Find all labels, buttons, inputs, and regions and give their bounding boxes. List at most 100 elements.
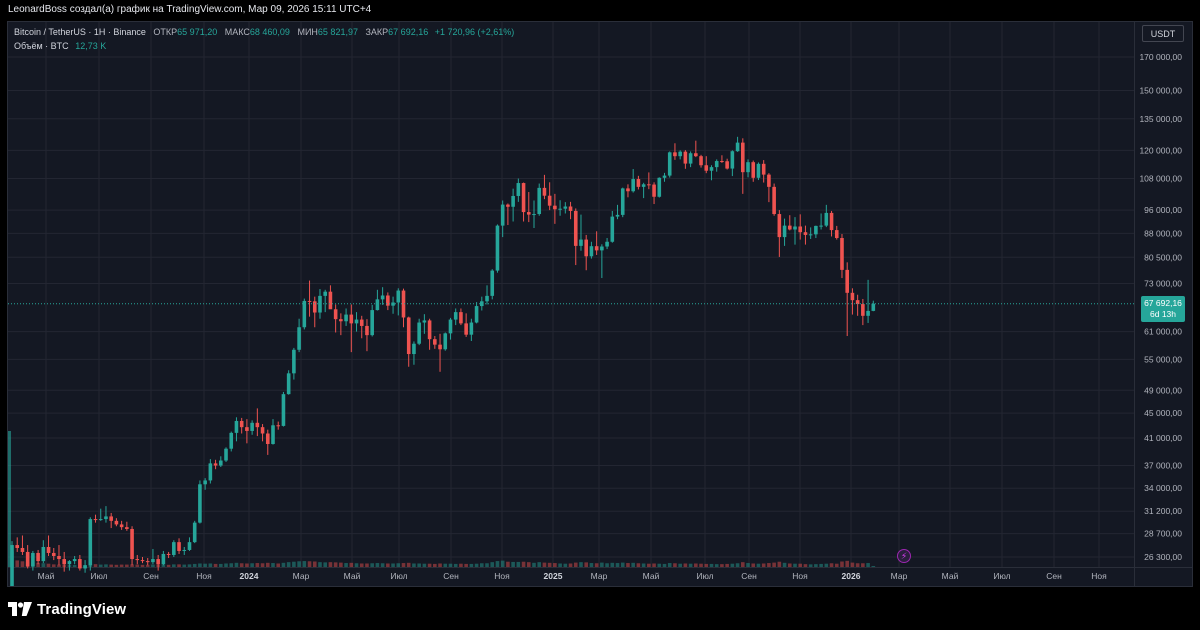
volume-bar xyxy=(98,564,103,567)
volume-bar xyxy=(594,563,599,567)
high-value: 68 460,09 xyxy=(249,27,290,37)
x-tick-label: Май xyxy=(344,571,361,581)
symbol-label[interactable]: Bitcoin / TetherUS · 1Н · Binance xyxy=(14,27,146,37)
x-tick-label: Ноя xyxy=(494,571,510,581)
candle-body xyxy=(746,162,750,173)
candle-body xyxy=(605,241,609,247)
candle-body xyxy=(772,186,776,215)
volume-bar xyxy=(260,563,265,567)
volume-bar xyxy=(239,563,244,567)
low-label: МИН xyxy=(297,27,318,37)
candle-body xyxy=(500,204,505,226)
price-chart-svg[interactable]: 26 300,00 28 700,00 31 200,00 34 000,00 37 0… xyxy=(8,22,1192,586)
candle-body xyxy=(328,291,333,310)
candle-body xyxy=(57,555,61,560)
volume-bar xyxy=(553,563,557,567)
candle-body xyxy=(234,420,239,433)
candle-body xyxy=(657,177,662,197)
candle-body xyxy=(563,206,568,209)
volume-bar xyxy=(464,563,468,567)
x-tick-label: Сен xyxy=(1046,571,1062,581)
candle-body xyxy=(511,195,515,207)
candle-body xyxy=(782,225,787,238)
candle-body xyxy=(78,559,82,569)
x-tick-label: Июл xyxy=(993,571,1010,581)
candle-body xyxy=(271,425,275,444)
x-tick-label: Май xyxy=(643,571,660,581)
tradingview-logo[interactable]: TradingView xyxy=(8,598,126,620)
volume-bar xyxy=(615,563,620,567)
candle-body xyxy=(626,188,630,192)
candle-body xyxy=(297,327,301,350)
x-tick-label: Май xyxy=(38,571,55,581)
candle-body xyxy=(636,179,641,187)
tradingview-logo-icon xyxy=(8,602,32,616)
candle-body xyxy=(370,310,374,336)
candle-body xyxy=(375,299,380,311)
candle-body xyxy=(265,433,270,444)
volume-bar xyxy=(709,563,714,567)
volume-bar xyxy=(834,563,839,567)
volume-bar xyxy=(422,563,427,567)
volume-bar xyxy=(433,563,437,567)
volume-bar xyxy=(323,562,327,567)
y-tick-label: 41 000,00 xyxy=(1144,433,1182,443)
currency-button[interactable]: USDT xyxy=(1142,25,1184,42)
candle-body xyxy=(140,560,145,562)
volume-bar xyxy=(782,562,787,567)
candle-body xyxy=(323,291,327,296)
candle-body xyxy=(438,344,442,350)
volume-bar xyxy=(203,563,207,567)
volume-bar xyxy=(558,563,562,567)
candle-body xyxy=(741,142,745,173)
candle-body xyxy=(683,151,688,164)
candle-body xyxy=(208,463,213,481)
candle-body xyxy=(260,427,265,434)
volume-bar xyxy=(20,561,25,567)
chart-area[interactable]: 26 300,00 28 700,00 31 200,00 34 000,00 37 0… xyxy=(7,21,1193,587)
candle-body xyxy=(756,163,761,178)
candle-body xyxy=(41,547,46,562)
volume-bar xyxy=(46,563,51,567)
volume-bar xyxy=(600,562,604,567)
volume-bar xyxy=(662,563,667,567)
candle-body xyxy=(819,225,823,227)
volume-bar xyxy=(808,564,813,567)
candle-body xyxy=(130,528,134,560)
y-tick-label: 108 000,00 xyxy=(1139,174,1182,184)
candle-body xyxy=(761,163,766,175)
candle-body xyxy=(276,425,281,427)
y-tick-label: 135 000,00 xyxy=(1139,114,1182,124)
volume-bar xyxy=(151,564,155,567)
volume-bar xyxy=(568,563,573,567)
volume-bar xyxy=(250,563,254,567)
volume-bar xyxy=(500,560,505,567)
lightning-icon[interactable]: ⚡ xyxy=(897,549,911,563)
candle-body xyxy=(714,161,719,168)
candle-body xyxy=(46,547,51,553)
candle-body xyxy=(553,205,557,210)
volume-bar xyxy=(224,563,228,567)
volume-bar xyxy=(182,564,187,567)
candle-body xyxy=(114,520,119,525)
volume-bar xyxy=(72,565,77,567)
candle-body xyxy=(521,183,526,213)
volume-bar xyxy=(344,563,348,567)
volume-bar xyxy=(641,563,646,567)
candle-body xyxy=(725,161,729,169)
candle-body xyxy=(526,212,531,215)
candle-body xyxy=(213,463,218,466)
volume-label[interactable]: Объём · BTC xyxy=(14,41,69,51)
candle-body xyxy=(866,310,870,316)
candle-body xyxy=(767,174,771,187)
volume-bar xyxy=(647,563,651,567)
volume-bar xyxy=(198,563,202,567)
candle-body xyxy=(641,184,646,187)
volume-bar xyxy=(516,561,521,567)
volume-bar xyxy=(292,561,296,567)
candle-body xyxy=(88,519,93,566)
x-tick-label: Ноя xyxy=(1091,571,1107,581)
candle-body xyxy=(25,551,30,567)
volume-bar xyxy=(610,562,615,567)
volume-bar xyxy=(339,562,343,567)
